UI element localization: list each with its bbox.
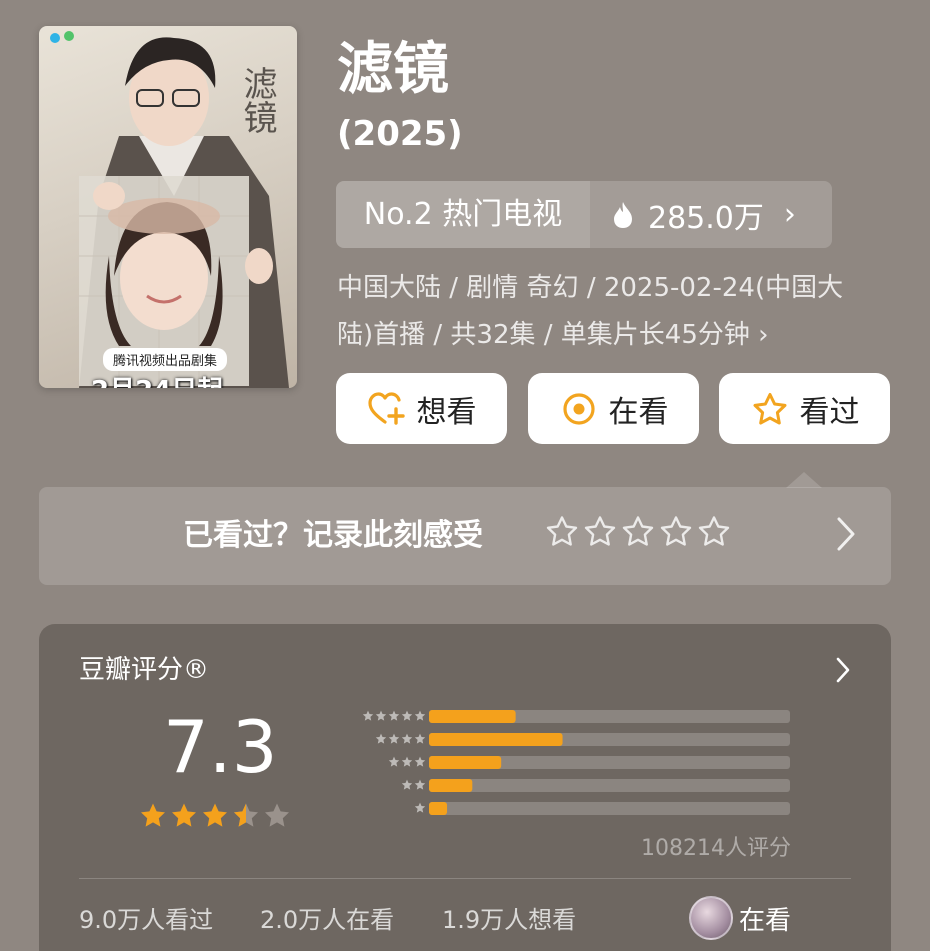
distribution-star-icon	[414, 756, 426, 767]
rank-label[interactable]: No.2 热门电视	[336, 181, 590, 248]
poster-producer-tag: 腾讯视频出品剧集	[103, 348, 228, 371]
rating-count: 108214人评分	[641, 836, 791, 861]
distribution-star-icon	[375, 710, 387, 721]
target-circle-icon	[559, 389, 599, 429]
divider	[79, 878, 851, 879]
watching-count[interactable]: 2.0万人在看	[260, 900, 394, 935]
distribution-star-icon	[414, 733, 426, 744]
rating-distribution-chart	[362, 710, 790, 815]
distribution-star-icon	[401, 779, 413, 790]
star-outline-icon[interactable]	[583, 515, 617, 549]
page-title: 滤镜	[337, 37, 449, 102]
chevron-right-icon[interactable]	[835, 515, 857, 557]
rating-score: 7.3	[163, 705, 278, 789]
distribution-star-icon	[388, 710, 400, 721]
poster-image[interactable]: 滤镜 腾讯视频出品剧集 2月24日起	[39, 26, 297, 388]
watching-button[interactable]: 在看	[528, 373, 699, 444]
distribution-star-icon	[401, 756, 413, 767]
score-stars-icon	[141, 803, 289, 827]
chevron-right-icon[interactable]	[835, 656, 851, 688]
want-count[interactable]: 1.9万人想看	[442, 900, 576, 935]
rank-bar[interactable]: No.2 热门电视 285.0万 ›	[336, 181, 832, 248]
friend-watching-label: 在看	[739, 906, 792, 936]
release-year: (2025)	[337, 114, 463, 154]
flame-icon	[612, 201, 634, 229]
distribution-bar-track	[429, 779, 790, 792]
chevron-right-icon: ›	[783, 197, 796, 232]
star-outline-icon[interactable]	[621, 515, 655, 549]
distribution-star-icon	[414, 802, 426, 813]
rating-stars	[139, 802, 293, 832]
meta-line-1: 中国大陆 / 剧情 奇幻 / 2025-02-24(中国大	[337, 273, 844, 303]
distribution-bar-3-star	[429, 756, 502, 769]
popover-pointer	[786, 472, 822, 488]
distribution-star-icon	[375, 733, 387, 744]
star-outline-icon[interactable]	[659, 515, 693, 549]
heart-plus-icon	[367, 389, 407, 429]
distribution-bar-1-star	[429, 802, 448, 815]
star-outline-icon	[750, 389, 790, 429]
want-to-watch-button[interactable]: 想看	[336, 373, 507, 444]
rate-stars[interactable]	[545, 515, 731, 549]
friend-avatar[interactable]	[689, 896, 733, 940]
distribution-bar-2-star	[429, 779, 473, 792]
star-outline-icon[interactable]	[545, 515, 579, 549]
meta-line-2: 陆)首播 / 共32集 / 单集片长45分钟 ›	[337, 320, 769, 350]
distribution-star-icon	[401, 710, 413, 721]
distribution-bar-track	[429, 802, 790, 815]
distribution-star-icon	[388, 733, 400, 744]
watching-label: 在看	[608, 394, 669, 430]
douban-rating-card[interactable]: 豆瓣评分® 7.3 108214人评分 9.0万人看过 2.0万人在看 1.9万…	[39, 624, 891, 951]
poster-release-date: 2月24日起	[91, 370, 223, 388]
distribution-star-icon	[401, 733, 413, 744]
poster-title-calligraphy: 滤镜	[237, 66, 277, 134]
distribution-star-icon	[362, 710, 374, 721]
watched-button[interactable]: 看过	[719, 373, 890, 444]
distribution-star-icon	[414, 710, 426, 721]
heat-count[interactable]: 285.0万 ›	[590, 181, 832, 248]
distribution-bar-5-star	[429, 710, 516, 723]
record-impression-card[interactable]: 已看过？记录此刻感受	[39, 487, 891, 585]
want-to-watch-label: 想看	[416, 394, 477, 430]
distribution-star-icon	[388, 756, 400, 767]
distribution-bar-4-star	[429, 733, 563, 746]
distribution-star-icon	[414, 779, 426, 790]
heat-value: 285.0万	[648, 200, 764, 236]
record-prompt: 已看过？记录此刻感受	[183, 518, 483, 553]
star-outline-icon[interactable]	[697, 515, 731, 549]
watched-label: 看过	[799, 394, 860, 430]
rating-label: 豆瓣评分®	[79, 655, 210, 685]
watched-count[interactable]: 9.0万人看过	[79, 900, 213, 935]
show-meta[interactable]: 中国大陆 / 剧情 奇幻 / 2025-02-24(中国大 陆)首播 / 共32…	[337, 265, 877, 359]
